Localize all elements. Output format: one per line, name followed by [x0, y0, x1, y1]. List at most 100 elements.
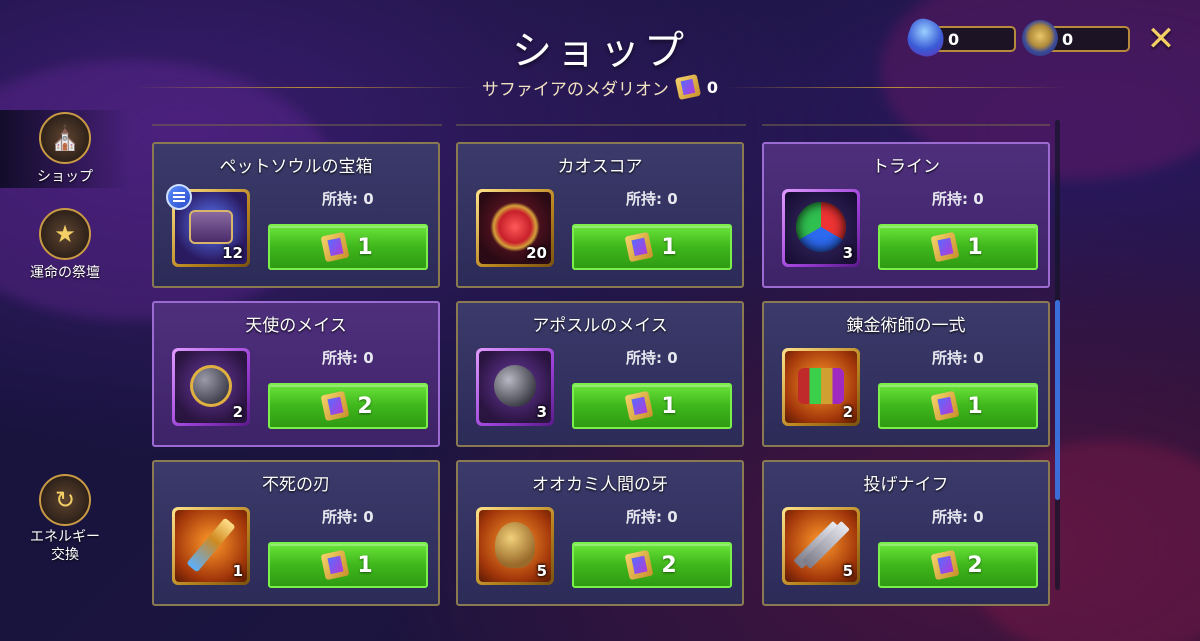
owned-count: 所持: 0 [626, 349, 678, 367]
shop-item-card: 錬金術師の一式 2 所持: 0 1 [762, 301, 1050, 447]
buy-button[interactable]: 1 [268, 224, 428, 270]
list-icon[interactable] [166, 184, 192, 210]
buy-button[interactable]: 1 [572, 224, 732, 270]
partial-card [456, 118, 746, 126]
item-icon-frame[interactable]: 2 [172, 348, 250, 426]
price: 2 [357, 393, 373, 419]
item-name: 天使のメイス [245, 316, 347, 336]
angel-mace-icon: 2 [175, 351, 247, 423]
item-icon-frame[interactable]: 20 [476, 189, 554, 267]
shop-item-card: 不死の刃 1 所持: 0 1 [152, 460, 440, 606]
buy-button[interactable]: 1 [878, 383, 1038, 429]
sapphire-medallion-icon [930, 549, 960, 581]
buy-button[interactable]: 1 [572, 383, 732, 429]
undying-blade-icon: 1 [175, 510, 247, 582]
sapphire-medallion-icon [320, 390, 350, 422]
owned-count: 所持: 0 [626, 508, 678, 526]
price: 1 [661, 393, 677, 419]
item-name: カオスコア [557, 157, 643, 177]
sapphire-medallion-icon [624, 231, 654, 263]
scrollbar[interactable] [1055, 120, 1060, 590]
buy-button[interactable]: 1 [268, 542, 428, 588]
shop-item-card: アポスルのメイス 3 所持: 0 1 [456, 301, 744, 447]
currency-subtitle: サファイアのメダリオン 0 [0, 73, 1200, 101]
owned-count: 所持: 0 [322, 190, 374, 208]
shop-item-card: ペットソウルの宝箱 12 所持: 0 1 [152, 142, 440, 288]
price: 1 [967, 234, 983, 260]
item-name: オオカミ人間の牙 [532, 475, 668, 495]
item-name: 投げナイフ [863, 475, 949, 495]
item-icon-frame[interactable]: 3 [782, 189, 860, 267]
item-name: 錬金術師の一式 [846, 316, 966, 336]
item-quantity: 5 [536, 562, 547, 580]
energy-exchange-icon: ↻ [39, 474, 91, 526]
owned-count: 所持: 0 [322, 349, 374, 367]
partial-card [762, 118, 1050, 126]
page-title: ショップ [512, 28, 688, 74]
item-icon-frame[interactable]: 1 [172, 507, 250, 585]
price: 1 [661, 234, 677, 260]
price: 2 [967, 552, 983, 578]
chaos-core-icon: 20 [479, 192, 551, 264]
item-quantity: 3 [536, 403, 547, 421]
nav-label: エネルギー 交換 [30, 529, 100, 563]
currency-value: 0 [1062, 29, 1074, 49]
currency-energy[interactable]: 0 [902, 14, 1016, 62]
sapphire-medallion-icon [674, 73, 701, 101]
shop-icon: ⛪ [39, 112, 91, 164]
scrollbar-thumb[interactable] [1055, 300, 1060, 500]
sapphire-medallion-icon [930, 231, 960, 263]
subtitle-text: サファイアのメダリオン [481, 79, 669, 100]
nav-item-shop[interactable]: ⛪ ショップ [0, 110, 130, 188]
partial-card [152, 118, 442, 126]
nav-label: 運命の祭壇 [30, 265, 100, 281]
medal-badge-icon [1022, 20, 1058, 56]
sapphire-medallion-icon [320, 231, 350, 263]
item-quantity: 2 [842, 403, 853, 421]
sapphire-medallion-icon [624, 390, 654, 422]
shop-item-card: トライン 3 所持: 0 1 [762, 142, 1050, 288]
item-name: ペットソウルの宝箱 [219, 157, 373, 177]
buy-button[interactable]: 1 [878, 224, 1038, 270]
trine-orb-icon: 3 [785, 192, 857, 264]
nav-item-energy-exchange[interactable]: ↻ エネルギー 交換 [0, 474, 130, 564]
item-quantity: 12 [222, 244, 243, 262]
item-quantity: 5 [842, 562, 853, 580]
shop-item-card: カオスコア 20 所持: 0 1 [456, 142, 744, 288]
item-grid: ペットソウルの宝箱 12 所持: 0 1 カオスコア 20 所持: 0 1 トラ… [150, 118, 1050, 608]
owned-count: 所持: 0 [932, 349, 984, 367]
item-icon-frame[interactable]: 3 [476, 348, 554, 426]
sapphire-medallion-icon [320, 549, 350, 581]
owned-count: 所持: 0 [932, 190, 984, 208]
item-quantity: 3 [842, 244, 853, 262]
nav-label: ショップ [37, 169, 93, 185]
item-icon-frame[interactable]: 5 [782, 507, 860, 585]
medallion-count: 0 [706, 77, 719, 97]
price: 1 [967, 393, 983, 419]
price: 1 [357, 552, 373, 578]
divider [133, 86, 474, 88]
buy-button[interactable]: 2 [572, 542, 732, 588]
item-quantity: 20 [526, 244, 547, 262]
price: 1 [357, 234, 373, 260]
item-name: アポスルのメイス [532, 316, 668, 336]
header: ショップ サファイアのメダリオン 0 0 0 ✕ [0, 0, 1200, 110]
nav-item-altar[interactable]: ★ 運命の祭壇 [0, 208, 130, 282]
currency-medal[interactable]: 0 [1022, 20, 1130, 56]
sapphire-medallion-icon [930, 390, 960, 422]
buy-button[interactable]: 2 [878, 542, 1038, 588]
item-quantity: 2 [232, 403, 243, 421]
throwing-knives-icon: 5 [785, 510, 857, 582]
item-icon-frame[interactable]: 5 [476, 507, 554, 585]
shop-item-card: 投げナイフ 5 所持: 0 2 [762, 460, 1050, 606]
item-quantity: 1 [232, 562, 243, 580]
owned-count: 所持: 0 [932, 508, 984, 526]
price: 2 [661, 552, 677, 578]
close-button[interactable]: ✕ [1144, 22, 1178, 56]
shop-item-card: 天使のメイス 2 所持: 0 2 [152, 301, 440, 447]
item-icon-frame[interactable]: 2 [782, 348, 860, 426]
sapphire-medallion-icon [624, 549, 654, 581]
owned-count: 所持: 0 [322, 508, 374, 526]
buy-button[interactable]: 2 [268, 383, 428, 429]
currency-value: 0 [948, 29, 960, 49]
